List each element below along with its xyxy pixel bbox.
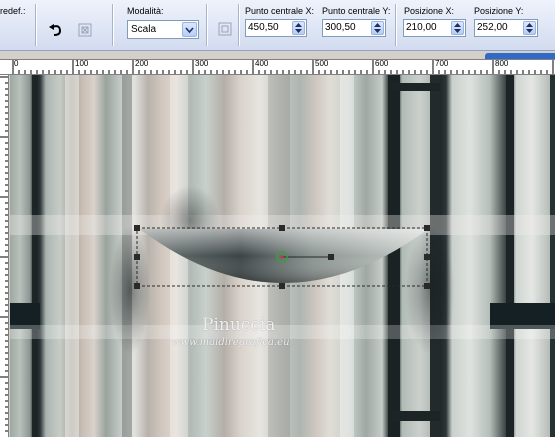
rotation-handle[interactable] [328, 254, 334, 260]
resize-handle-top[interactable] [279, 225, 285, 231]
toolbar-separator [206, 4, 208, 46]
watermark-site: www.maidiregrafica.eu [172, 337, 290, 348]
center-button[interactable] [214, 18, 236, 40]
spin-arrows-icon[interactable] [292, 21, 305, 35]
apply-button[interactable] [74, 19, 96, 41]
center-x-field[interactable]: 450,50 [245, 19, 307, 37]
undo-arrow-icon [48, 22, 64, 38]
center-x-label: Punto centrale X: [245, 6, 315, 16]
spin-arrows-icon[interactable] [371, 21, 384, 35]
resize-handle-bottom-right[interactable] [424, 283, 430, 289]
pivot-center [280, 255, 284, 259]
lens-shape[interactable] [140, 229, 428, 283]
resize-handle-top-right[interactable] [424, 225, 430, 231]
tool-options-bar: redef.: Modalità: Scala Punto centrale X… [0, 0, 555, 51]
position-y-value: 252,00 [477, 22, 508, 33]
ruler-label: 400 [255, 59, 269, 68]
image-canvas[interactable]: Pinuccia www.maidiregrafica.eu [10, 75, 555, 437]
document-tab-strip [0, 51, 555, 59]
resize-handle-left[interactable] [134, 254, 140, 260]
toolbar-separator [35, 4, 37, 46]
ruler-label: 700 [435, 59, 449, 68]
position-y-field[interactable]: 252,00 [474, 19, 538, 37]
ruler-label: 600 [375, 59, 389, 68]
toolbar-separator [238, 4, 240, 46]
ruler-label: 300 [195, 59, 209, 68]
vertical-ruler [0, 75, 9, 437]
reset-button[interactable] [45, 19, 67, 41]
toolbar-separator [395, 4, 397, 46]
center-y-label: Punto centrale Y: [322, 6, 391, 16]
toolbar-separator [112, 4, 114, 46]
resize-handle-bottom[interactable] [279, 283, 285, 289]
spin-arrows-icon[interactable] [523, 21, 536, 35]
ruler-label: 800 [495, 59, 509, 68]
horizontal-ruler: 0 100 200 300 400 500 600 700 800 [0, 59, 555, 75]
resize-handle-right[interactable] [424, 254, 430, 260]
object-layer [134, 225, 430, 289]
chevron-down-icon[interactable] [182, 22, 197, 37]
center-point-icon [217, 21, 233, 37]
center-y-value: 300,50 [325, 22, 356, 33]
stamp-icon [77, 22, 93, 38]
ruler-label: 200 [135, 59, 149, 68]
center-y-field[interactable]: 300,50 [322, 19, 386, 37]
ruler-label: 500 [315, 59, 329, 68]
lens-shading [140, 229, 428, 283]
center-x-value: 450,50 [248, 22, 279, 33]
mode-label: Modalità: [127, 6, 164, 16]
position-x-value: 210,00 [406, 22, 437, 33]
preset-label: redef.: [0, 6, 26, 16]
position-x-label: Posizione X: [404, 6, 455, 16]
spin-arrows-icon[interactable] [451, 21, 464, 35]
resize-handle-top-left[interactable] [134, 225, 140, 231]
app-window: { "toolbar": { "preset_label": "redef.:"… [0, 0, 555, 437]
resize-handle-bottom-left[interactable] [134, 283, 140, 289]
ruler-label: 0 [14, 59, 19, 68]
ruler-label: 100 [75, 59, 89, 68]
position-y-label: Posizione Y: [474, 6, 524, 16]
position-x-field[interactable]: 210,00 [403, 19, 466, 37]
mode-select-value: Scala [131, 24, 157, 35]
mode-select[interactable]: Scala [127, 20, 199, 39]
ruler-ticks [0, 76, 8, 432]
watermark-name: Pinuccia [202, 315, 276, 335]
